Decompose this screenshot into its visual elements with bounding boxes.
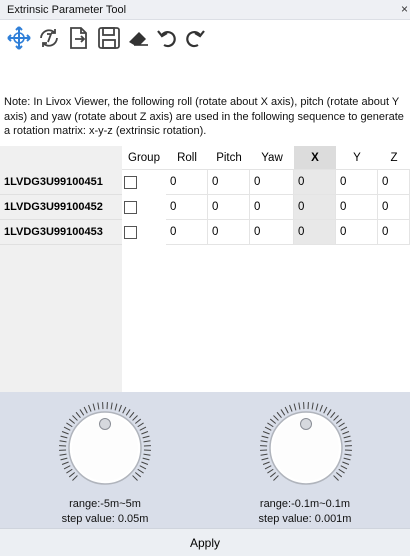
- save-icon[interactable]: [96, 25, 122, 57]
- window-title: Extrinsic Parameter Tool: [7, 4, 127, 16]
- y-cell-1[interactable]: 0: [336, 170, 378, 195]
- roll-cell-2[interactable]: 0: [166, 195, 208, 220]
- rotation-note: Note: In Livox Viewer, the following rol…: [4, 96, 404, 137]
- import-file-icon[interactable]: [66, 25, 92, 57]
- undo-icon[interactable]: [154, 25, 180, 57]
- column-header-group[interactable]: Group: [122, 146, 166, 170]
- yaw-cell-3[interactable]: 0: [250, 220, 294, 245]
- fine-adjust-knob[interactable]: [256, 396, 356, 496]
- column-header-z[interactable]: Z: [378, 146, 410, 170]
- z-cell-1[interactable]: 0: [378, 170, 410, 195]
- fine-range-label: range:-0.1m~0.1m: [259, 498, 351, 510]
- y-cell-2[interactable]: 0: [336, 195, 378, 220]
- column-header-pitch[interactable]: Pitch: [208, 146, 250, 170]
- move-axes-icon[interactable]: [6, 25, 32, 57]
- row-label-device-2: 1LVDG3U99100452: [0, 195, 122, 220]
- group-checkbox-2[interactable]: [124, 201, 137, 214]
- x-cell-2[interactable]: 0: [294, 195, 336, 220]
- pitch-cell-1[interactable]: 0: [208, 170, 250, 195]
- roll-cell-1[interactable]: 0: [166, 170, 208, 195]
- column-header-roll[interactable]: Roll: [166, 146, 208, 170]
- z-cell-3[interactable]: 0: [378, 220, 410, 245]
- yaw-cell-2[interactable]: 0: [250, 195, 294, 220]
- eraser-icon[interactable]: [126, 25, 152, 57]
- row-label-device-3: 1LVDG3U99100453: [0, 220, 122, 245]
- toolbar: [0, 21, 410, 61]
- translation-step-label: step value: 0.05m: [61, 513, 149, 525]
- translation-range-label: range:-5m~5m: [69, 498, 141, 510]
- adjustment-panel: range:-5m~5m step value: 0.05m range:-0.…: [0, 392, 410, 556]
- group-checkbox-1[interactable]: [124, 176, 137, 189]
- column-header-yaw[interactable]: Yaw: [250, 146, 294, 170]
- y-cell-3[interactable]: 0: [336, 220, 378, 245]
- redo-icon[interactable]: [182, 25, 208, 57]
- parameter-table: Group Roll Pitch Yaw X Y Z 1LVDG3U991004…: [0, 146, 410, 392]
- column-header-y[interactable]: Y: [336, 146, 378, 170]
- group-checkbox-3[interactable]: [124, 226, 137, 239]
- pitch-cell-3[interactable]: 0: [208, 220, 250, 245]
- fine-step-label: step value: 0.001m: [258, 513, 352, 525]
- yaw-cell-1[interactable]: 0: [250, 170, 294, 195]
- z-cell-2[interactable]: 0: [378, 195, 410, 220]
- apply-button[interactable]: Apply: [0, 528, 410, 556]
- x-cell-1[interactable]: 0: [294, 170, 336, 195]
- close-button[interactable]: ×: [401, 2, 408, 16]
- translation-knob[interactable]: [55, 396, 155, 496]
- roll-cell-3[interactable]: 0: [166, 220, 208, 245]
- refresh-icon[interactable]: [36, 25, 62, 57]
- row-label-device-1: 1LVDG3U99100451: [0, 170, 122, 195]
- title-bar: Extrinsic Parameter Tool ×: [0, 0, 410, 20]
- column-header-x[interactable]: X: [294, 146, 336, 170]
- x-cell-3[interactable]: 0: [294, 220, 336, 245]
- pitch-cell-2[interactable]: 0: [208, 195, 250, 220]
